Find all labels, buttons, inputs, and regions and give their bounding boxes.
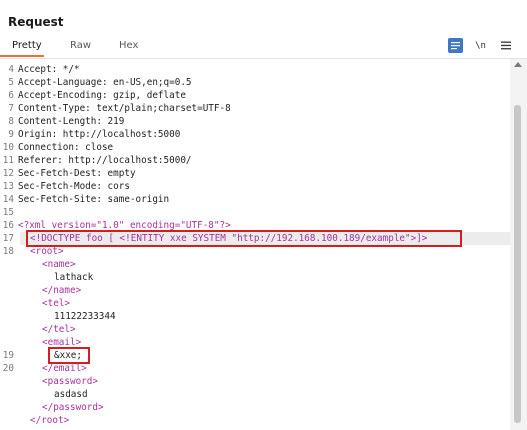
line-number: 19: [2, 350, 14, 361]
line-number: 13: [2, 181, 14, 192]
line-number: 6: [8, 90, 14, 101]
xml-email-value: &xxe;: [54, 350, 82, 361]
xml-tel-close: </tel>: [42, 324, 76, 335]
line-number: 20: [2, 363, 14, 374]
scroll-up-arrow-icon[interactable]: [514, 62, 522, 67]
editor-toolbar: \n: [448, 38, 513, 54]
header-line: Referer: http://localhost:5000/: [18, 155, 192, 166]
xml-password-close: </password>: [42, 402, 104, 413]
line-number: 15: [2, 207, 14, 218]
line-number: 4: [8, 64, 14, 75]
request-panel: Request Pretty Raw Hex \n 4 5 6 7 8 9 10…: [0, 0, 527, 430]
xml-root-close: </root>: [30, 415, 70, 426]
line-number: 8: [8, 116, 14, 127]
doctype-highlight-box: [26, 230, 462, 247]
line-number: 11: [2, 155, 14, 166]
header-line: Accept-Language: en-US,en;q=0.5: [18, 77, 192, 88]
xml-name-open: <name>: [42, 259, 76, 270]
xml-name-close: </name>: [42, 285, 82, 296]
xml-email-close: </email>: [42, 363, 87, 374]
line-number: 10: [2, 142, 14, 153]
scroll-thumb[interactable]: [514, 105, 521, 423]
header-line: Sec-Fetch-Dest: empty: [18, 168, 136, 179]
entity-reference-highlight-box: [48, 347, 90, 364]
line-number: 18: [2, 246, 14, 257]
xml-tel-open: <tel>: [42, 298, 70, 309]
header-line: Content-Length: 219: [18, 116, 125, 127]
line-number: 7: [8, 103, 14, 114]
vertical-scrollbar[interactable]: [510, 59, 527, 430]
xml-password-value: asdasd: [54, 389, 88, 400]
header-line: Accept-Encoding: gzip, deflate: [18, 90, 186, 101]
header-line: Accept: */*: [18, 64, 80, 75]
header-line: Connection: close: [18, 142, 114, 153]
text-lines-icon[interactable]: [448, 38, 463, 53]
active-tab-indicator: [0, 55, 44, 57]
header-line: Origin: http://localhost:5000: [18, 129, 181, 140]
request-editor[interactable]: 4 5 6 7 8 9 10 11 12 13 14 15 16 17 18 1…: [0, 59, 527, 430]
newline-toggle-button[interactable]: \n: [473, 38, 488, 53]
line-number: 9: [8, 129, 14, 140]
line-number: 17: [2, 233, 14, 244]
line-number: 12: [2, 168, 14, 179]
line-number-gutter: 4 5 6 7 8 9 10 11 12 13 14 15 16 17 18 1…: [0, 59, 14, 430]
tab-raw[interactable]: Raw: [70, 40, 91, 51]
panel-title: Request: [8, 15, 64, 29]
xml-tel-value: 11122233344: [54, 311, 116, 322]
hamburger-menu-icon[interactable]: [498, 38, 513, 53]
xml-email-open: <email>: [42, 337, 82, 348]
xml-password-open: <password>: [42, 376, 98, 387]
line-number: 14: [2, 194, 14, 205]
header-line: Sec-Fetch-Site: same-origin: [18, 194, 170, 205]
header-line: Sec-Fetch-Mode: cors: [18, 181, 130, 192]
tab-hex[interactable]: Hex: [119, 40, 138, 51]
xml-name-value: lathack: [54, 272, 94, 283]
header-line: Content-Type: text/plain;charset=UTF-8: [18, 103, 231, 114]
line-number: 16: [2, 220, 14, 231]
tab-pretty[interactable]: Pretty: [12, 40, 42, 51]
line-number: 5: [8, 77, 14, 88]
